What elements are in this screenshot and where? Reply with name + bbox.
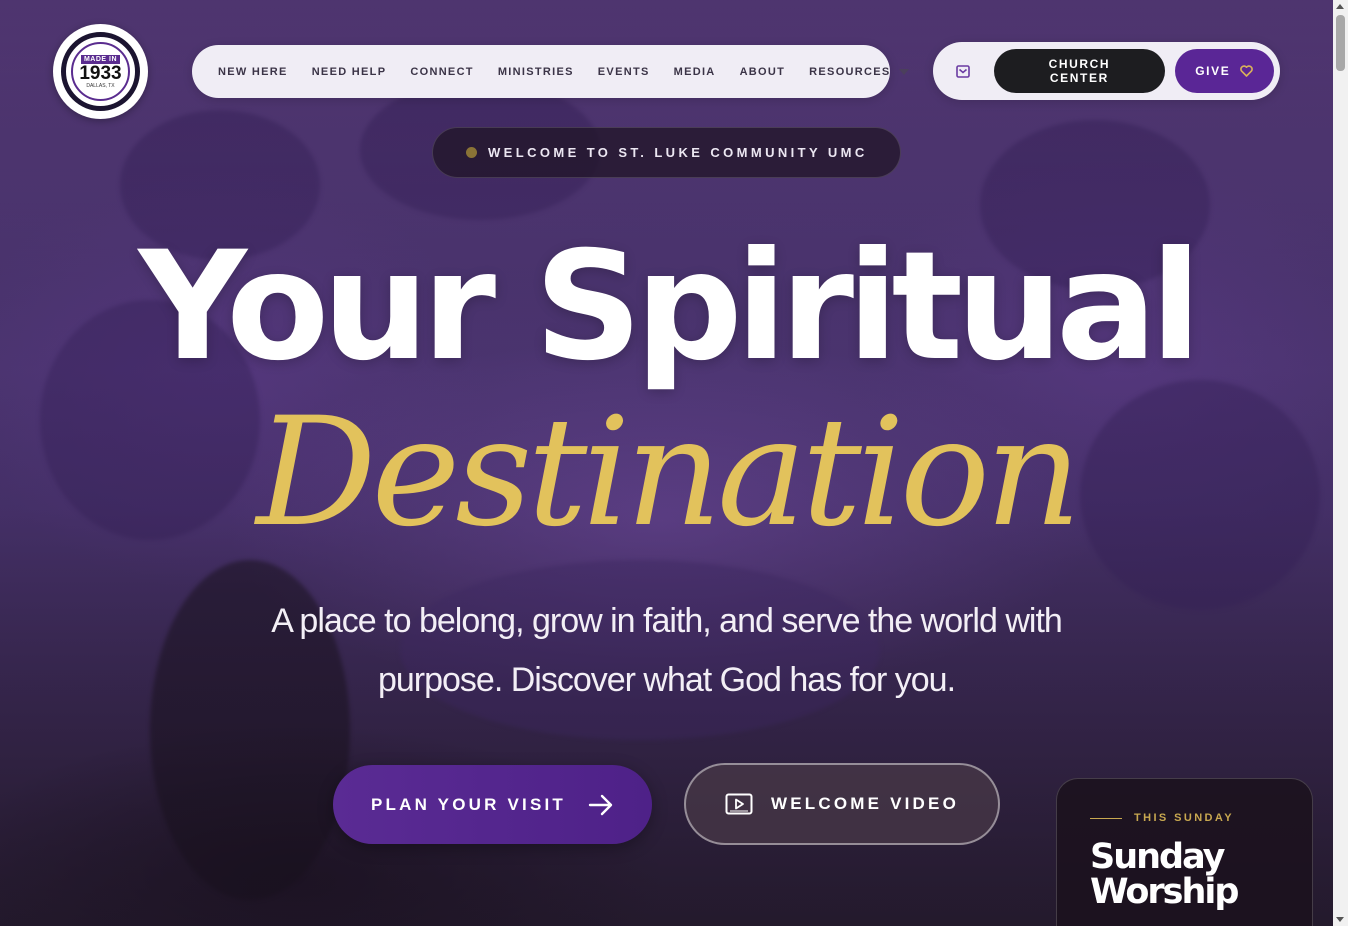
scroll-down-arrow-icon[interactable] bbox=[1336, 917, 1344, 922]
chevron-down-icon bbox=[898, 68, 909, 75]
scroll-up-arrow-icon[interactable] bbox=[1336, 4, 1344, 9]
video-play-icon bbox=[725, 793, 753, 815]
nav-item-new-here[interactable]: NEW HERE bbox=[218, 66, 288, 78]
hero-headline: Your Spiritual bbox=[138, 220, 1201, 394]
page-scrollbar[interactable] bbox=[1333, 0, 1348, 926]
give-button[interactable]: GIVE bbox=[1174, 49, 1274, 93]
nav-item-media[interactable]: MEDIA bbox=[674, 66, 716, 78]
give-label: GIVE bbox=[1195, 64, 1231, 78]
welcome-video-label: WELCOME VIDEO bbox=[771, 794, 959, 813]
hero-headline-accent: Destination bbox=[256, 386, 1081, 560]
church-logo[interactable]: MADE IN 1933 DALLAS, TX bbox=[53, 24, 148, 119]
main-nav: NEW HERE NEED HELP CONNECT MINISTRIES EV… bbox=[192, 45, 909, 98]
church-center-button[interactable]: CHURCH CENTER bbox=[994, 49, 1165, 93]
nav-item-need-help[interactable]: NEED HELP bbox=[312, 66, 387, 78]
plan-your-visit-label: PLAN YOUR VISIT bbox=[370, 794, 567, 814]
nav-item-ministries[interactable]: MINISTRIES bbox=[498, 66, 574, 78]
plan-your-visit-button[interactable]: PLAN YOUR VISIT bbox=[333, 765, 652, 844]
nav-item-events[interactable]: EVENTS bbox=[598, 66, 650, 78]
logo-year: 1933 bbox=[79, 62, 122, 84]
welcome-badge: WELCOME TO ST. LUKE COMMUNITY UMC bbox=[432, 127, 901, 178]
hero-subtitle: A place to belong, grow in faith, and se… bbox=[271, 602, 1063, 699]
header-actions: CHURCH CENTER GIVE bbox=[933, 42, 1280, 100]
nav-item-resources-label: RESOURCES bbox=[809, 65, 891, 78]
card-eyebrow-text: THIS SUNDAY bbox=[1134, 812, 1234, 824]
welcome-video-button[interactable]: WELCOME VIDEO bbox=[684, 763, 1000, 845]
logo-seal: MADE IN 1933 DALLAS, TX bbox=[61, 32, 140, 111]
card-title: Sunday Worship bbox=[1090, 837, 1239, 912]
welcome-badge-text: WELCOME TO ST. LUKE COMMUNITY UMC bbox=[488, 145, 868, 160]
eyebrow-line bbox=[1090, 817, 1122, 819]
nav-item-connect[interactable]: CONNECT bbox=[410, 66, 474, 78]
nav-item-about[interactable]: ABOUT bbox=[740, 66, 786, 78]
card-eyebrow: THIS SUNDAY bbox=[1090, 812, 1312, 824]
envelope-icon[interactable] bbox=[947, 55, 978, 87]
nav-item-resources[interactable]: RESOURCES bbox=[809, 65, 909, 78]
status-dot bbox=[466, 147, 477, 158]
arrow-right-icon bbox=[588, 794, 613, 815]
logo-city: DALLAS, TX bbox=[86, 82, 115, 89]
scrollbar-thumb[interactable] bbox=[1336, 15, 1345, 71]
sunday-worship-card[interactable]: THIS SUNDAY Sunday Worship bbox=[1056, 778, 1313, 926]
heart-icon bbox=[1240, 65, 1254, 77]
